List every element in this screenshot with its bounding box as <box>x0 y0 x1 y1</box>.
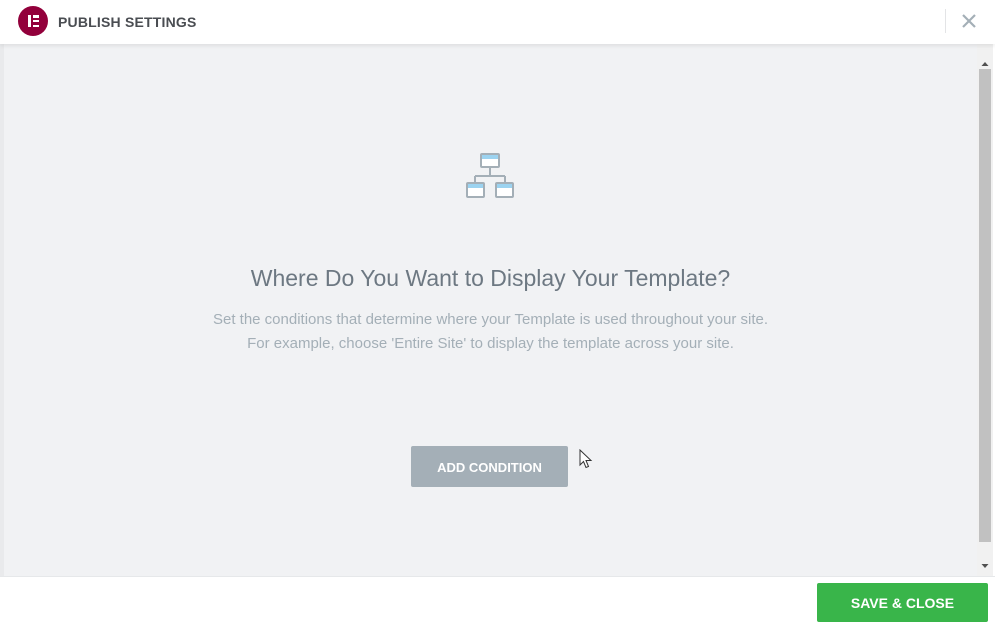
save-and-close-button[interactable]: SAVE & CLOSE <box>817 583 988 622</box>
dialog-body <box>4 44 977 576</box>
dialog-footer: SAVE & CLOSE <box>0 576 995 623</box>
close-icon[interactable] <box>958 10 980 32</box>
description-line-1: Set the conditions that determine where … <box>212 311 769 328</box>
publish-settings-dialog: PUBLISH SETTINGS Where Do You Want to Di… <box>0 0 995 623</box>
scrollbar-thumb[interactable] <box>979 69 991 542</box>
vertical-scrollbar[interactable] <box>977 44 993 576</box>
scroll-down-arrow-icon[interactable] <box>977 561 993 571</box>
description-line-2: For example, choose 'Entire Site' to dis… <box>247 335 734 352</box>
dialog-title: PUBLISH SETTINGS <box>58 14 197 30</box>
mouse-cursor-icon <box>579 449 593 469</box>
main-heading: Where Do You Want to Display Your Templa… <box>250 265 731 291</box>
add-condition-button[interactable]: ADD CONDITION <box>411 446 568 487</box>
header-divider <box>945 9 946 33</box>
dialog-header: PUBLISH SETTINGS <box>0 0 995 44</box>
scroll-up-arrow-icon[interactable] <box>977 59 993 69</box>
elementor-logo-icon <box>18 6 48 36</box>
sitemap-icon <box>466 153 514 198</box>
